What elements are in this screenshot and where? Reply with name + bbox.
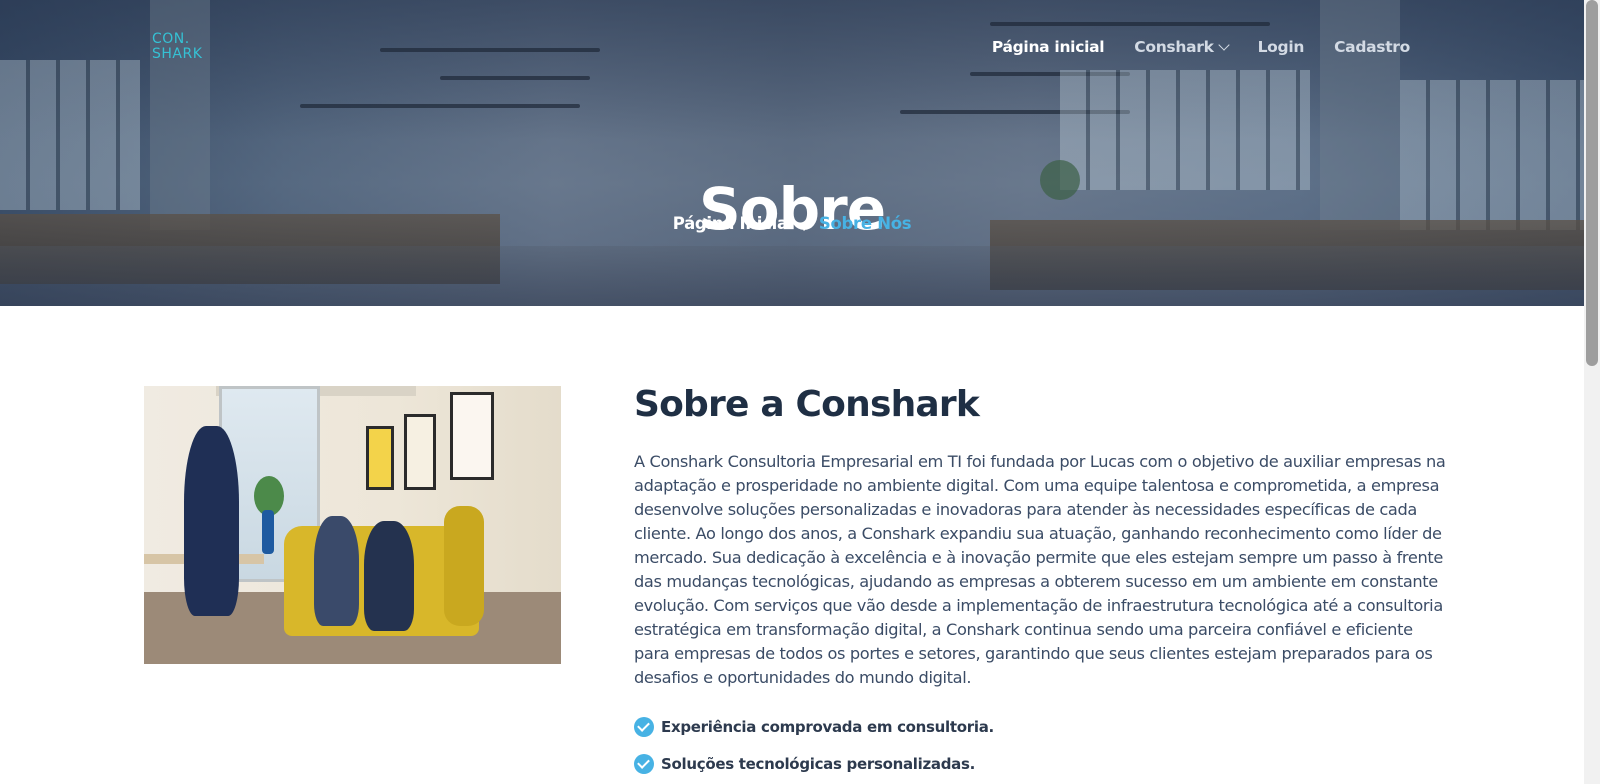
logo-line-1: CON. (152, 31, 190, 47)
breadcrumb: Página Inicial / Sobre Nós (0, 214, 1584, 233)
photo-poster (450, 392, 494, 480)
nav-item-register[interactable]: Cadastro (1334, 38, 1410, 56)
brand-logo[interactable]: CON. SHARK (152, 32, 202, 62)
hero-window (1060, 70, 1310, 190)
photo-sofa-arm (444, 506, 484, 626)
nav-item-conshark-label: Conshark (1134, 38, 1214, 56)
hero-banner: CON. SHARK Página inicial Conshark Login… (0, 0, 1584, 306)
breadcrumb-current: Sobre Nós (818, 214, 912, 233)
hero-floor (0, 246, 1584, 306)
feature-list: Experiência comprovada em consultoria. S… (634, 708, 1454, 782)
ceiling-light (380, 48, 600, 52)
feature-item-label: Experiência comprovada em consultoria. (661, 717, 994, 736)
chevron-down-icon (1217, 39, 1230, 51)
feature-item: Experiência comprovada em consultoria. (634, 708, 1454, 745)
about-heading: Sobre a Conshark (634, 384, 980, 425)
photo-person (184, 426, 239, 616)
check-circle-icon (634, 753, 654, 774)
photo-poster (366, 426, 394, 490)
feature-item: Soluções tecnológicas personalizadas. (634, 745, 1454, 782)
scrollbar-thumb[interactable] (1586, 0, 1598, 366)
ceiling-light (440, 76, 590, 80)
main-nav: Página inicial Conshark Login Cadastro (992, 38, 1410, 56)
breadcrumb-separator: / (803, 214, 809, 233)
photo-person (314, 516, 359, 626)
feature-item-label: Soluções tecnológicas personalizadas. (661, 754, 976, 773)
logo-line-2: SHARK (152, 46, 203, 62)
about-photo (144, 386, 561, 664)
check-circle-icon (634, 716, 654, 737)
breadcrumb-home[interactable]: Página Inicial (673, 214, 794, 233)
photo-person (364, 521, 414, 631)
nav-item-home[interactable]: Página inicial (992, 38, 1105, 56)
about-paragraph: A Conshark Consultoria Empresarial em TI… (634, 452, 1446, 687)
photo-vase (262, 510, 274, 554)
ceiling-light (990, 22, 1270, 26)
ceiling-light (300, 104, 580, 108)
photo-poster (404, 414, 436, 490)
nav-item-login[interactable]: Login (1258, 38, 1305, 56)
nav-item-conshark[interactable]: Conshark (1134, 38, 1230, 56)
about-section: Sobre a Conshark A Conshark Consultoria … (634, 384, 1454, 782)
